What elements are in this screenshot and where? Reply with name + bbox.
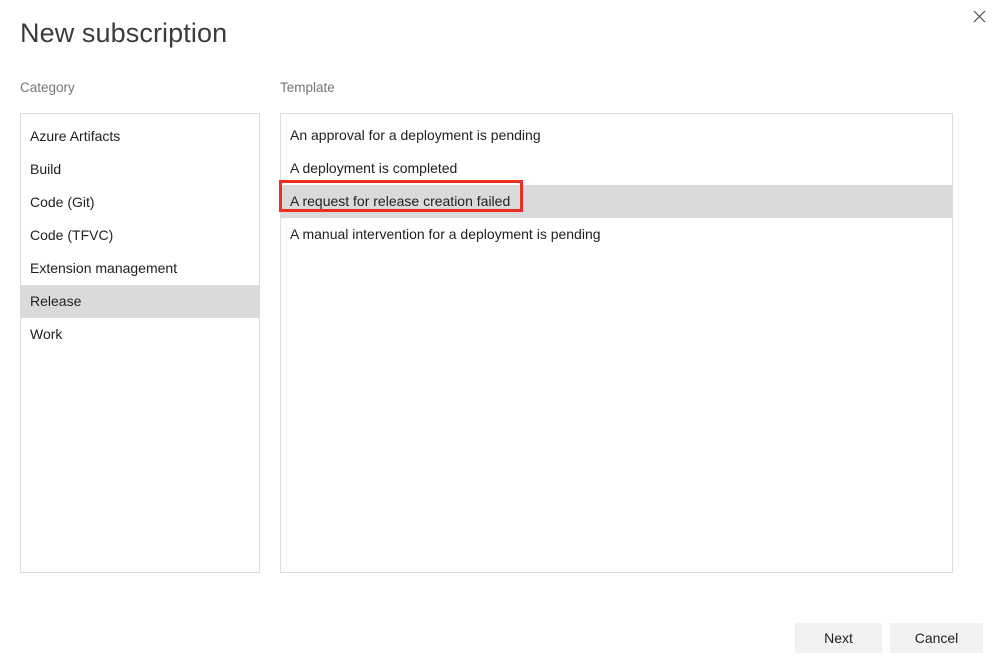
category-item-extension-management[interactable]: Extension management	[21, 252, 259, 285]
page-title: New subscription	[20, 16, 227, 50]
template-column-label: Template	[280, 80, 335, 96]
template-list-panel: An approval for a deployment is pending …	[280, 113, 953, 573]
category-item-build[interactable]: Build	[21, 153, 259, 186]
close-button[interactable]	[964, 2, 994, 30]
category-item-work[interactable]: Work	[21, 318, 259, 351]
category-item-code-tfvc[interactable]: Code (TFVC)	[21, 219, 259, 252]
template-item-deployment-completed[interactable]: A deployment is completed	[281, 152, 952, 185]
template-item-release-creation-failed[interactable]: A request for release creation failed	[281, 185, 952, 218]
category-item-code-git[interactable]: Code (Git)	[21, 186, 259, 219]
template-item-approval-pending[interactable]: An approval for a deployment is pending	[281, 119, 952, 152]
category-list-panel: Azure Artifacts Build Code (Git) Code (T…	[20, 113, 260, 573]
template-list: An approval for a deployment is pending …	[281, 114, 952, 251]
close-icon	[973, 10, 986, 23]
cancel-button[interactable]: Cancel	[890, 623, 983, 653]
dialog-footer: Next Cancel	[0, 594, 1000, 664]
category-list: Azure Artifacts Build Code (Git) Code (T…	[21, 114, 259, 351]
category-column-label: Category	[20, 80, 75, 96]
template-item-manual-intervention-pending[interactable]: A manual intervention for a deployment i…	[281, 218, 952, 251]
next-button[interactable]: Next	[795, 623, 882, 653]
new-subscription-dialog: New subscription Category Template Azure…	[0, 0, 1000, 664]
category-item-azure-artifacts[interactable]: Azure Artifacts	[21, 120, 259, 153]
category-item-release[interactable]: Release	[21, 285, 259, 318]
